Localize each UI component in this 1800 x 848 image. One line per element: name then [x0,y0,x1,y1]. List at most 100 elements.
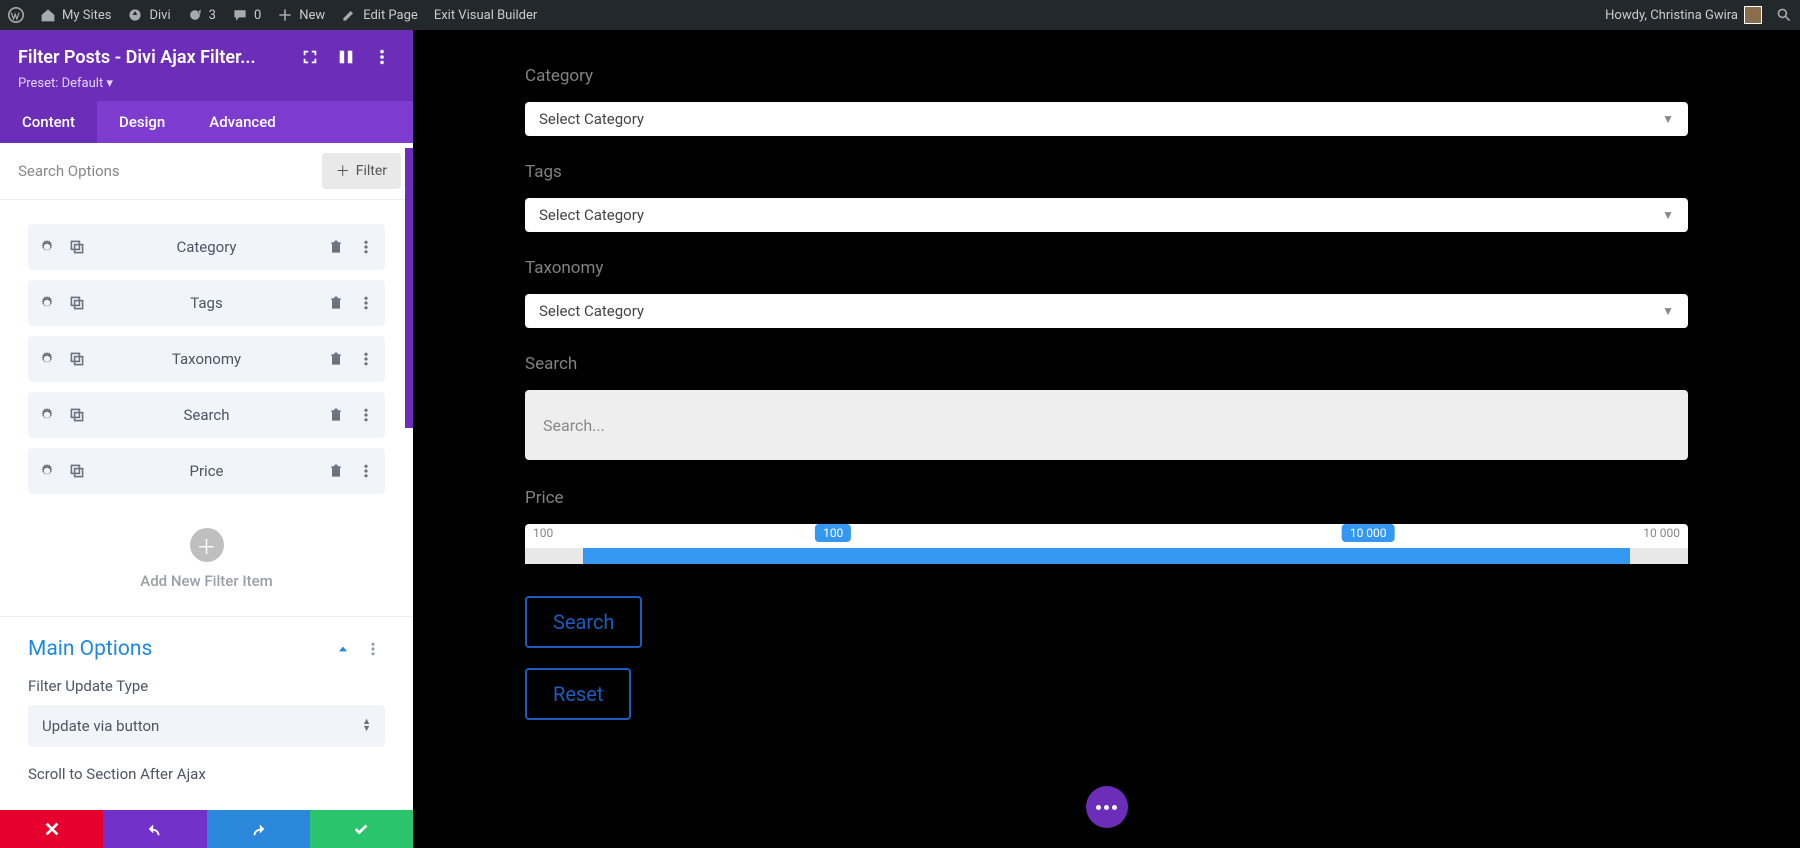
main-options-title: Main Options [28,637,325,661]
kebab-icon[interactable] [355,292,377,314]
tab-content[interactable]: Content [0,101,97,143]
sidebar-header: Filter Posts - Divi Ajax Filter... Prese… [0,30,413,101]
divi-label: Divi [149,8,170,23]
filter-item[interactable]: Category [28,224,385,270]
divi-link[interactable]: Divi [127,7,170,23]
undo-button[interactable] [103,810,206,848]
add-new-label: Add New Filter Item [140,572,272,590]
expand-icon[interactable] [297,44,323,70]
action-bar [0,810,413,848]
add-filter-button[interactable]: ＋ Filter [322,153,401,189]
filter-item[interactable]: Taxonomy [28,336,385,382]
filter-item[interactable]: Search [28,392,385,438]
filter-update-type-select[interactable]: Update via button ▲▼ [28,705,385,747]
trash-icon[interactable] [325,348,347,370]
trash-icon[interactable] [325,292,347,314]
filter-item-label: Category [88,238,325,256]
new-link[interactable]: New [277,7,325,23]
filter-update-type-value: Update via button [42,717,362,735]
search-button[interactable]: Search [525,596,642,648]
duplicate-icon[interactable] [66,292,88,314]
tab-design[interactable]: Design [97,101,187,143]
main-options-header[interactable]: Main Options [0,617,413,663]
gear-icon[interactable] [36,292,58,314]
edit-page-label: Edit Page [363,8,418,23]
duplicate-icon[interactable] [66,460,88,482]
comments-count: 0 [254,8,261,23]
gear-icon[interactable] [36,236,58,258]
price-max-handle[interactable]: 10 000 [1342,524,1395,542]
wp-logo[interactable] [8,7,24,23]
gear-icon[interactable] [36,404,58,426]
page-preview: Category Select Category▼ Tags Select Ca… [413,30,1800,848]
kebab-icon[interactable] [355,404,377,426]
avatar [1744,6,1762,24]
kebab-icon[interactable] [369,44,395,70]
sites-icon [40,7,56,23]
search-toggle[interactable] [1776,7,1792,23]
chevron-down-icon: ▼ [1662,208,1674,222]
category-value: Select Category [539,110,1662,128]
duplicate-icon[interactable] [66,236,88,258]
tags-label: Tags [525,162,1688,182]
trash-icon[interactable] [325,460,347,482]
plus-icon: ＋ [336,161,350,181]
reset-button[interactable]: Reset [525,668,631,720]
price-min-handle[interactable]: 100 [815,524,851,542]
filter-item[interactable]: Price [28,448,385,494]
kebab-icon[interactable] [355,236,377,258]
search-box [525,390,1688,460]
add-new-button[interactable]: ＋ [190,528,224,562]
chevron-down-icon: ▼ [1662,304,1674,318]
chevron-up-icon[interactable] [331,637,355,661]
check-icon [352,820,370,838]
kebab-icon[interactable] [355,460,377,482]
trash-icon[interactable] [325,404,347,426]
trash-icon[interactable] [325,236,347,258]
search-input[interactable] [543,416,1670,435]
tags-value: Select Category [539,206,1662,224]
save-button[interactable] [310,810,413,848]
builder-fab[interactable] [1086,786,1128,828]
redo-button[interactable] [207,810,310,848]
refresh-icon [187,7,203,23]
refresh-link[interactable]: 3 [187,7,216,23]
price-range-slider[interactable]: 100 10 000 100 10 000 [525,524,1688,564]
filter-item-label: Search [88,406,325,424]
my-sites-link[interactable]: My Sites [40,7,111,23]
scrollbar-indicator[interactable] [405,148,413,428]
filter-items-list: Category Tags Taxonomy Search Price [0,200,413,514]
category-select[interactable]: Select Category▼ [525,102,1688,136]
gear-icon[interactable] [36,460,58,482]
wp-admin-bar: My Sites Divi 3 0 New Edit Page Exit Vis… [0,0,1800,30]
kebab-icon[interactable] [361,637,385,661]
select-arrows-icon: ▲▼ [362,719,371,733]
pencil-icon [341,7,357,23]
cancel-button[interactable] [0,810,103,848]
duplicate-icon[interactable] [66,404,88,426]
edit-page-link[interactable]: Edit Page [341,7,418,23]
exit-vb-link[interactable]: Exit Visual Builder [434,8,537,23]
module-settings-sidebar: Filter Posts - Divi Ajax Filter... Prese… [0,30,413,848]
filter-item[interactable]: Tags [28,280,385,326]
redo-icon [249,820,267,838]
tab-advanced[interactable]: Advanced [187,101,297,143]
kebab-icon[interactable] [355,348,377,370]
undo-icon [146,820,164,838]
comment-icon [232,7,248,23]
taxonomy-select[interactable]: Select Category▼ [525,294,1688,328]
my-sites-label: My Sites [62,8,111,23]
columns-icon[interactable] [333,44,359,70]
gear-icon[interactable] [36,348,58,370]
wordpress-icon [8,7,24,23]
settings-tabs: Content Design Advanced [0,101,413,143]
tags-select[interactable]: Select Category▼ [525,198,1688,232]
module-title: Filter Posts - Divi Ajax Filter... [18,47,287,68]
comments-link[interactable]: 0 [232,7,261,23]
scroll-section-label: Scroll to Section After Ajax [0,747,413,783]
preset-selector[interactable]: Preset: Default ▾ [18,76,395,91]
search-options-label[interactable]: Search Options [12,162,322,180]
filter-item-label: Tags [88,294,325,312]
howdy-link[interactable]: Howdy, Christina Gwira [1605,6,1762,24]
duplicate-icon[interactable] [66,348,88,370]
